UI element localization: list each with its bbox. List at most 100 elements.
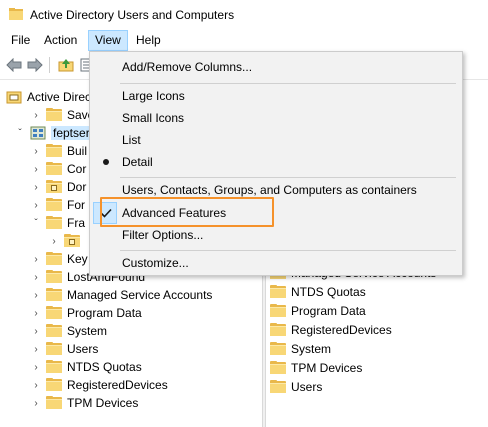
tree-label: Program Data: [67, 306, 142, 320]
tree-item-tpm-devices[interactable]: › TPM Devices: [30, 394, 138, 412]
tree-item-fra[interactable]: ˇ Fra: [30, 214, 85, 232]
folder-icon: [46, 270, 62, 284]
forward-button[interactable]: [25, 56, 45, 74]
back-button[interactable]: [4, 56, 24, 74]
tree-item-domain[interactable]: ˇ feptserv: [14, 124, 98, 142]
folder-icon: [46, 324, 62, 338]
list-item[interactable]: NTDS Quotas: [270, 283, 366, 301]
tree-label: Buil: [67, 144, 88, 158]
menu-view[interactable]: View: [88, 30, 128, 51]
menu-item-large-icons[interactable]: Large Icons: [90, 85, 462, 107]
list-item[interactable]: RegisteredDevices: [270, 321, 392, 339]
tree-item-managed-service-accounts[interactable]: › Managed Service Accounts: [30, 286, 212, 304]
chevron-right-icon[interactable]: ›: [48, 235, 60, 247]
chevron-right-icon[interactable]: ›: [30, 379, 42, 391]
folder-icon: [270, 304, 286, 318]
menu-action[interactable]: Action: [38, 30, 83, 51]
chevron-right-icon[interactable]: ›: [30, 307, 42, 319]
folder-icon: [46, 252, 62, 266]
chevron-right-icon[interactable]: ›: [30, 271, 42, 283]
up-button[interactable]: [56, 56, 76, 74]
tree-item-builtin[interactable]: › Buil: [30, 142, 87, 160]
list-item[interactable]: System: [270, 340, 331, 358]
tree-label: RegisteredDevices: [67, 378, 168, 392]
chevron-down-icon[interactable]: ˇ: [14, 127, 26, 139]
chevron-right-icon[interactable]: ›: [30, 181, 42, 193]
tree-item-system[interactable]: › System: [30, 322, 107, 340]
tree-item-computers[interactable]: › Cor: [30, 160, 86, 178]
tree-root[interactable]: Active Directo: [6, 88, 101, 106]
tree-item-users[interactable]: › Users: [30, 340, 98, 358]
list-item[interactable]: Users: [270, 378, 322, 396]
tree-item-child[interactable]: ›: [48, 232, 85, 250]
chevron-right-icon[interactable]: ›: [30, 199, 42, 211]
menu-item-filter-options[interactable]: Filter Options...: [90, 224, 462, 246]
chevron-right-icon[interactable]: ›: [30, 343, 42, 355]
folder-icon: [46, 396, 62, 410]
menu-help[interactable]: Help: [130, 30, 167, 51]
tree-label: System: [67, 324, 108, 338]
tree-item-domain-controllers[interactable]: › Dor: [30, 178, 86, 196]
chevron-right-icon[interactable]: ›: [30, 325, 42, 337]
menu-item-detail[interactable]: Detail: [90, 151, 462, 173]
list-item-label: RegisteredDevices: [291, 323, 392, 337]
menu-separator: [120, 250, 456, 251]
folder-icon: [46, 108, 62, 122]
forward-arrow-icon: [27, 58, 43, 72]
list-item[interactable]: TPM Devices: [270, 359, 362, 377]
folder-icon: [46, 144, 62, 158]
menu-bar: File Action View Help: [0, 30, 488, 51]
ad-root-icon: [6, 91, 22, 104]
menu-item-list[interactable]: List: [90, 129, 462, 151]
chevron-right-icon[interactable]: ›: [30, 109, 42, 121]
list-item-label: NTDS Quotas: [291, 285, 366, 299]
ou-folder-icon: [46, 180, 62, 194]
tree-item-foreign-security-principals[interactable]: › For: [30, 196, 85, 214]
tree-item-keys[interactable]: › Key: [30, 250, 88, 268]
folder-icon: [46, 216, 62, 230]
advanced-features-highlight: [100, 197, 274, 227]
ou-folder-icon: [64, 234, 80, 248]
list-item-label: System: [291, 342, 332, 356]
chevron-right-icon[interactable]: ›: [30, 289, 42, 301]
up-folder-icon: [58, 59, 74, 72]
menu-item-add-remove-columns[interactable]: Add/Remove Columns...: [90, 56, 462, 78]
chevron-right-icon[interactable]: ›: [30, 397, 42, 409]
tree-label: Key: [67, 252, 88, 266]
chevron-right-icon[interactable]: ›: [30, 361, 42, 373]
folder-icon: [46, 288, 62, 302]
list-item-label: TPM Devices: [291, 361, 363, 375]
folder-icon: [46, 198, 62, 212]
window-title: Active Directory Users and Computers: [30, 8, 235, 22]
menu-separator: [120, 83, 456, 84]
list-item[interactable]: Program Data: [270, 302, 366, 320]
tree-label: Users: [67, 342, 99, 356]
chevron-down-icon[interactable]: ˇ: [30, 217, 42, 229]
view-menu-dropdown: Add/Remove Columns... Large Icons Small …: [89, 51, 463, 276]
ad-console-icon: [9, 8, 23, 20]
tree-label: NTDS Quotas: [67, 360, 142, 374]
tree-label: TPM Devices: [67, 396, 139, 410]
menu-item-small-icons[interactable]: Small Icons: [90, 107, 462, 129]
list-item-label: Users: [291, 380, 323, 394]
tree-item-program-data[interactable]: › Program Data: [30, 304, 142, 322]
chevron-right-icon[interactable]: ›: [30, 145, 42, 157]
tree-item-registered-devices[interactable]: › RegisteredDevices: [30, 376, 168, 394]
ad-users-computers-window: Active Directory Users and Computers Fil…: [0, 0, 488, 427]
tree-item-ntds-quotas[interactable]: › NTDS Quotas: [30, 358, 142, 376]
folder-icon: [46, 306, 62, 320]
folder-icon: [270, 285, 286, 299]
menu-item-customize[interactable]: Customize...: [90, 252, 462, 274]
tree-label: Managed Service Accounts: [67, 288, 213, 302]
folder-icon: [46, 342, 62, 356]
toolbar-separator: [49, 57, 50, 73]
folder-icon: [270, 323, 286, 337]
chevron-right-icon[interactable]: ›: [30, 253, 42, 265]
tree-label: Cor: [67, 162, 87, 176]
folder-icon: [46, 162, 62, 176]
chevron-right-icon[interactable]: ›: [30, 163, 42, 175]
back-arrow-icon: [6, 58, 22, 72]
folder-icon: [270, 342, 286, 356]
menu-file[interactable]: File: [5, 30, 36, 51]
folder-icon: [46, 378, 62, 392]
